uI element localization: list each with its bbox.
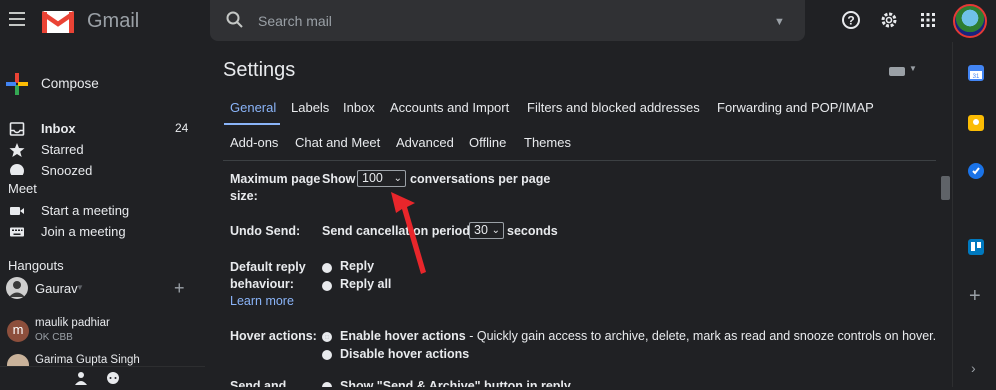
sidebar-item-inbox[interactable]: Inbox [41,121,76,136]
sidebar-item-snoozed[interactable]: Snoozed [41,163,92,175]
send-archive-option[interactable]: Show "Send & Archive" button in reply [340,379,571,387]
send-archive-label: Send and [230,379,287,387]
send-archive-radio[interactable] [322,382,332,387]
tab-accounts-import[interactable]: Accounts and Import [390,100,509,115]
side-panel [952,42,996,387]
gmail-logo-icon[interactable] [40,9,76,33]
tab-advanced[interactable]: Advanced [396,135,454,150]
send-archive-row-clip: Send and Show "Send & Archive" button in… [223,374,943,387]
hangouts-user-name[interactable]: Gaurav [35,281,78,296]
tab-inbox[interactable]: Inbox [343,100,375,115]
person-icon[interactable] [74,371,88,390]
sidebar-item-snoozed-clip: Snoozed [0,158,205,175]
search-options-icon[interactable]: ▼ [774,16,785,28]
settings-scrollbar[interactable] [941,176,950,200]
settings-gear-icon[interactable] [879,10,899,30]
red-arrow-annotation [388,190,438,281]
start-meeting-link[interactable]: Start a meeting [41,203,129,218]
reply-all-radio[interactable] [322,281,332,291]
clock-icon [9,163,25,175]
max-page-show-text: Show [322,172,356,186]
hangouts-section-title: Hangouts [8,258,64,273]
sidebar-item-starred[interactable]: Starred [41,142,84,157]
max-page-suffix-text: conversations per page [410,172,551,186]
undo-send-period-select[interactable]: 30 ⌄ [469,222,504,239]
star-icon [9,142,25,158]
disable-hover-option[interactable]: Disable hover actions [340,347,469,361]
chat-icon[interactable] [106,371,120,390]
main-menu-icon[interactable] [9,12,25,26]
enable-hover-option[interactable]: Enable hover actions - Quickly gain acce… [340,329,936,343]
account-avatar[interactable] [953,4,987,38]
contact-status: OK CBB [35,332,73,343]
tabs-divider [223,160,936,161]
chevron-down-icon: ⌄ [491,225,500,236]
undo-send-suffix-text: seconds [507,224,558,238]
keyboard-icon [9,224,25,240]
enable-hover-radio[interactable] [322,332,332,342]
video-camera-icon [9,203,25,219]
trello-icon[interactable] [968,239,984,255]
search-icon[interactable] [225,10,245,30]
page-title: Settings [223,59,296,81]
max-page-size-label: Maximum page size: [230,172,321,203]
join-meeting-link[interactable]: Join a meeting [41,224,126,239]
svg-text:?: ? [847,14,854,28]
search-input[interactable]: Search mail [258,13,332,29]
input-tools-keyboard-icon[interactable] [889,67,905,76]
tab-filters[interactable]: Filters and blocked addresses [527,100,700,115]
contact-row-clip: Garima Gupta Singh [0,350,205,366]
keep-icon[interactable] [968,115,984,131]
learn-more-link[interactable]: Learn more [230,294,294,308]
default-reply-label: Default reply behaviour: [230,260,306,291]
calendar-icon[interactable]: 31 [968,65,984,81]
input-tools-dropdown-icon[interactable]: ▼ [909,64,917,73]
tab-add-ons[interactable]: Add-ons [230,135,278,150]
svg-text:31: 31 [973,74,980,80]
tasks-icon[interactable] [968,163,984,179]
contact-avatar[interactable]: m [7,320,29,342]
disable-hover-radio[interactable] [322,350,332,360]
chevron-down-icon: ⌄ [393,173,402,184]
tab-general[interactable]: General [230,100,276,115]
hangouts-user-avatar[interactable] [6,277,28,299]
help-icon[interactable]: ? [841,10,861,30]
contact-name[interactable]: Garima Gupta Singh [35,354,140,366]
contact-avatar[interactable] [7,354,29,366]
tab-forwarding[interactable]: Forwarding and POP/IMAP [717,100,874,115]
hover-actions-label: Hover actions: [230,329,317,343]
tab-labels[interactable]: Labels [291,100,329,115]
get-addons-plus-icon[interactable]: + [969,286,981,306]
expand-panel-chevron-icon[interactable]: › [971,360,976,376]
reply-option-label[interactable]: Reply [340,259,374,273]
tab-offline[interactable]: Offline [469,135,506,150]
inbox-icon [9,121,25,137]
tab-themes[interactable]: Themes [524,135,571,150]
reply-radio[interactable] [322,263,332,273]
tab-chat-meet[interactable]: Chat and Meet [295,135,380,150]
active-tab-indicator [224,123,280,125]
apps-grid-icon[interactable] [920,12,936,28]
reply-all-option-label[interactable]: Reply all [340,277,391,291]
compose-plus-icon[interactable] [5,72,29,96]
new-conversation-plus-icon[interactable]: + [174,279,185,297]
sidebar-bottom-bar [0,366,205,388]
contact-name[interactable]: maulik padhiar [35,317,110,329]
max-page-size-select[interactable]: 100 ⌄ [357,170,406,187]
inbox-count: 24 [175,121,189,135]
status-dropdown-icon[interactable]: ▼ [76,283,84,292]
undo-send-label: Undo Send: [230,224,301,238]
meet-section-title: Meet [8,181,37,196]
compose-button[interactable]: Compose [41,76,99,91]
app-name[interactable]: Gmail [87,10,139,33]
